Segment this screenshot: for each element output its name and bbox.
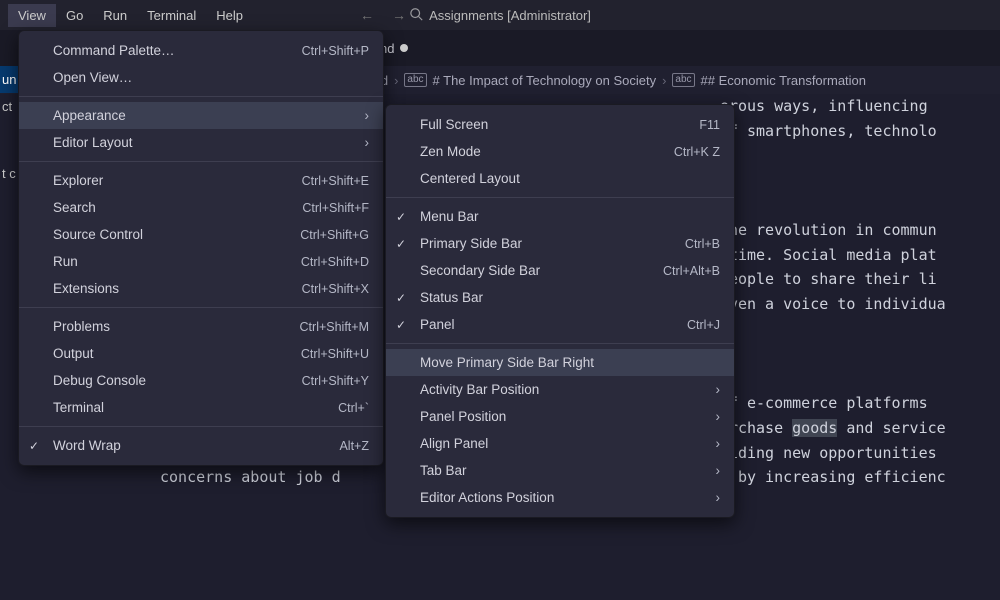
chevron-right-icon: › <box>365 108 370 123</box>
menu-extensions[interactable]: ExtensionsCtrl+Shift+X <box>19 275 383 302</box>
menu-move-primary-right[interactable]: Move Primary Side Bar Right <box>386 349 734 376</box>
window-title: Assignments [Administrator] <box>429 8 591 23</box>
chevron-right-icon: › <box>716 490 721 505</box>
check-icon: ✓ <box>29 439 39 453</box>
sidebar-item[interactable]: ct <box>0 93 20 120</box>
menu-terminal-view[interactable]: TerminalCtrl+` <box>19 394 383 421</box>
breadcrumb-h1[interactable]: # The Impact of Technology on Society <box>433 73 657 88</box>
sidebar-fragment: un ct t c <box>0 66 20 187</box>
menu-align-panel[interactable]: Align Panel› <box>386 430 734 457</box>
chevron-right-icon: › <box>716 436 721 451</box>
menu-go[interactable]: Go <box>56 4 93 27</box>
sidebar-item[interactable]: t c <box>0 160 20 187</box>
menu-panel[interactable]: ✓PanelCtrl+J <box>386 311 734 338</box>
appearance-submenu: Full ScreenF11 Zen ModeCtrl+K Z Centered… <box>385 104 735 518</box>
chevron-right-icon: › <box>716 409 721 424</box>
chevron-right-icon: › <box>394 73 398 88</box>
menu-explorer[interactable]: ExplorerCtrl+Shift+E <box>19 167 383 194</box>
menu-debug-console[interactable]: Debug ConsoleCtrl+Shift+Y <box>19 367 383 394</box>
menu-open-view[interactable]: Open View… <box>19 64 383 91</box>
menu-secondary-side-bar[interactable]: Secondary Side BarCtrl+Alt+B <box>386 257 734 284</box>
menu-primary-side-bar[interactable]: ✓Primary Side BarCtrl+B <box>386 230 734 257</box>
menu-full-screen[interactable]: Full ScreenF11 <box>386 111 734 138</box>
menu-menu-bar[interactable]: ✓Menu Bar <box>386 203 734 230</box>
menu-view[interactable]: View <box>8 4 56 27</box>
menu-search[interactable]: SearchCtrl+Shift+F <box>19 194 383 221</box>
menu-run-view[interactable]: RunCtrl+Shift+D <box>19 248 383 275</box>
menu-run[interactable]: Run <box>93 4 137 27</box>
menu-panel-position[interactable]: Panel Position› <box>386 403 734 430</box>
menu-output[interactable]: OutputCtrl+Shift+U <box>19 340 383 367</box>
heading-icon: abc <box>672 73 694 87</box>
nav-back-icon[interactable]: ← <box>360 7 374 23</box>
chevron-right-icon: › <box>716 382 721 397</box>
menu-problems[interactable]: ProblemsCtrl+Shift+M <box>19 313 383 340</box>
chevron-right-icon: › <box>662 73 666 88</box>
sidebar-item[interactable]: un <box>0 66 20 93</box>
view-menu-dropdown: Command Palette…Ctrl+Shift+P Open View… … <box>18 30 384 466</box>
menubar: View Go Run Terminal Help ← → Assignment… <box>0 0 1000 30</box>
menu-terminal[interactable]: Terminal <box>137 4 206 27</box>
command-center[interactable]: Assignments [Administrator] <box>409 7 591 24</box>
menu-activity-bar-position[interactable]: Activity Bar Position› <box>386 376 734 403</box>
menu-command-palette[interactable]: Command Palette…Ctrl+Shift+P <box>19 37 383 64</box>
menu-help[interactable]: Help <box>206 4 253 27</box>
check-icon: ✓ <box>396 210 406 224</box>
check-icon: ✓ <box>396 318 406 332</box>
menu-source-control[interactable]: Source ControlCtrl+Shift+G <box>19 221 383 248</box>
heading-icon: abc <box>404 73 426 87</box>
tab-dirty-icon <box>400 44 408 52</box>
menu-word-wrap[interactable]: ✓Word WrapAlt+Z <box>19 432 383 459</box>
breadcrumb-h2[interactable]: ## Economic Transformation <box>701 73 866 88</box>
menu-zen-mode[interactable]: Zen ModeCtrl+K Z <box>386 138 734 165</box>
check-icon: ✓ <box>396 237 406 251</box>
search-icon <box>409 7 423 24</box>
menu-appearance[interactable]: Appearance› <box>19 102 383 129</box>
menu-editor-actions-position[interactable]: Editor Actions Position› <box>386 484 734 511</box>
nav-forward-icon[interactable]: → <box>392 7 406 23</box>
chevron-right-icon: › <box>716 463 721 478</box>
chevron-right-icon: › <box>365 135 370 150</box>
menu-tab-bar[interactable]: Tab Bar› <box>386 457 734 484</box>
check-icon: ✓ <box>396 291 406 305</box>
menu-centered-layout[interactable]: Centered Layout <box>386 165 734 192</box>
menu-editor-layout[interactable]: Editor Layout› <box>19 129 383 156</box>
menu-status-bar[interactable]: ✓Status Bar <box>386 284 734 311</box>
